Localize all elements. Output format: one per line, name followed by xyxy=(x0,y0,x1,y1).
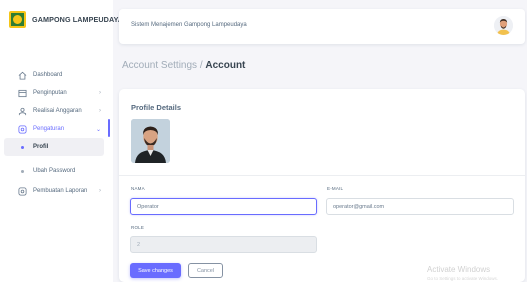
email-label: E-MAIL xyxy=(327,186,344,191)
sidebar-item-pembuatan-laporan[interactable]: Pembuatan Laporan › xyxy=(0,182,113,200)
role-label: ROLE xyxy=(131,225,145,230)
sidebar-item-realisasi-anggaran[interactable]: Realisai Anggaran › xyxy=(0,102,113,120)
active-indicator xyxy=(108,119,110,137)
sidebar-subitem-profil[interactable]: Profil xyxy=(4,138,104,156)
page-title: Account Settings / Account xyxy=(122,60,245,71)
sidebar-item-label: Dashboard xyxy=(33,72,63,78)
sidebar-item-label: Penginputan xyxy=(33,90,67,96)
bullet-icon xyxy=(21,169,24,173)
sidebar-item-label: Realisai Anggaran xyxy=(33,108,82,114)
profile-photo xyxy=(131,119,170,163)
brand-logo xyxy=(9,10,26,28)
page-title-current: Account xyxy=(205,60,246,71)
home-icon xyxy=(18,71,27,80)
settings-icon xyxy=(18,186,27,196)
top-navbar: Sistem Menajemen Gampong Lampeudaya xyxy=(119,9,525,44)
chevron-down-icon: ⌄ xyxy=(95,126,101,133)
navbar-title: Sistem Menajemen Gampong Lampeudaya xyxy=(131,22,247,28)
sidebar-item-dashboard[interactable]: Dashboard xyxy=(0,66,113,84)
sidebar-item-label: Profil xyxy=(33,144,49,150)
activation-watermark-hint: Go to Settings to activate Windows. xyxy=(427,276,499,281)
bullet-icon xyxy=(21,145,24,149)
chevron-right-icon: › xyxy=(99,108,101,114)
user-icon xyxy=(18,107,27,116)
profile-card: Profile Details NAMA E-MAIL ROLE Save ch… xyxy=(119,89,525,282)
brand[interactable]: GAMPONG LAMPEUDAYA xyxy=(9,8,123,30)
cancel-button[interactable]: Cancel xyxy=(188,263,223,278)
nama-label: NAMA xyxy=(131,186,145,191)
chevron-right-icon: › xyxy=(99,188,101,194)
chevron-right-icon: › xyxy=(99,90,101,96)
sidebar-item-label: Pembuatan Laporan xyxy=(33,188,88,194)
divider xyxy=(119,175,525,176)
save-changes-button[interactable]: Save changes xyxy=(130,263,181,278)
nama-input[interactable] xyxy=(130,198,317,215)
settings-icon xyxy=(18,124,27,134)
sidebar-item-penginputan[interactable]: Penginputan › xyxy=(0,84,113,102)
layout-icon xyxy=(18,89,27,98)
sidebar-subitem-ubah-password[interactable]: Ubah Password xyxy=(0,162,113,180)
user-avatar[interactable] xyxy=(494,16,513,35)
sidebar-item-pengaturan[interactable]: Pengaturan ⌄ xyxy=(0,120,113,138)
sidebar-item-label: Pengaturan xyxy=(33,126,65,132)
breadcrumb: Account Settings / xyxy=(122,60,203,71)
brand-name: GAMPONG LAMPEUDAYA xyxy=(32,14,124,24)
card-title: Profile Details xyxy=(131,103,182,112)
sidebar: GAMPONG LAMPEUDAYA Dashboard Penginputan… xyxy=(0,0,123,282)
activation-watermark: Activate Windows xyxy=(427,265,491,274)
email-input[interactable] xyxy=(326,198,514,215)
sidebar-item-label: Ubah Password xyxy=(33,168,76,174)
role-input xyxy=(130,236,317,253)
